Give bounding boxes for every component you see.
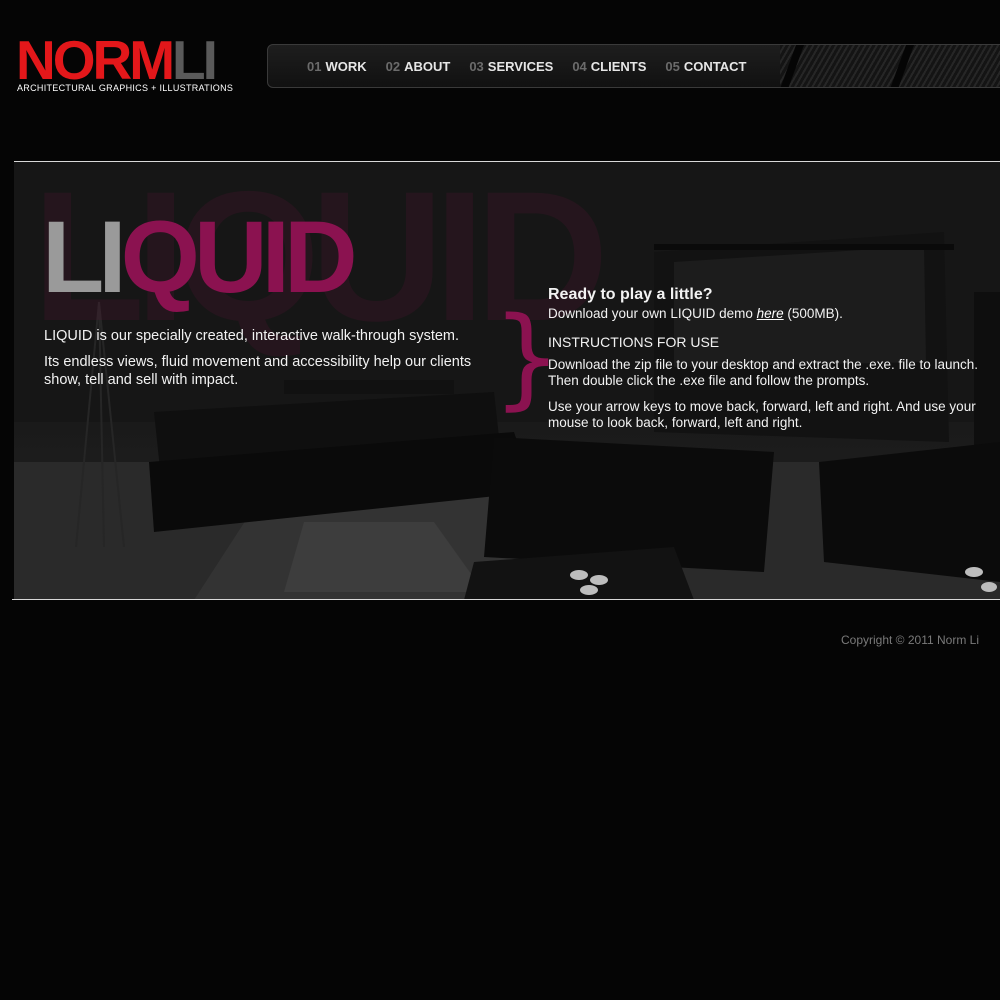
nav-label: CONTACT	[683, 59, 747, 74]
page: NORMLI ARCHITECTURAL GRAPHICS + ILLUSTRA…	[0, 0, 1000, 1000]
logo-norm-text: NORM	[16, 29, 175, 91]
liquid-hero-panel: LIQUID LIQUID LIQUID is our specially cr…	[14, 161, 1000, 599]
nav-number: 04	[572, 59, 587, 74]
nav-number: 05	[665, 59, 680, 74]
nav-label: WORK	[325, 59, 367, 74]
site-logo[interactable]: NORMLI ARCHITECTURAL GRAPHICS + ILLUSTRA…	[16, 33, 246, 98]
intro-paragraph-1: LIQUID is our specially created, interac…	[44, 328, 460, 344]
nav-label: CLIENTS	[590, 59, 647, 74]
download-instructions: Ready to play a little? Download your ow…	[548, 286, 988, 441]
liquid-logo: LIQUID	[42, 206, 358, 308]
nav-item-about[interactable]: 02 ABOUT	[386, 59, 451, 74]
download-line: Download your own LIQUID demo here (500M…	[548, 306, 988, 323]
nav-items: 01 WORK 02 ABOUT 03 SERVICES 04 CLIENTS 05 CO…	[307, 59, 765, 74]
liquid-logo-quid: QUID	[120, 200, 358, 314]
nav-item-clients[interactable]: 04 CLIENTS	[572, 59, 646, 74]
download-here-link[interactable]: here	[757, 306, 784, 321]
nav-label: ABOUT	[404, 59, 451, 74]
nav-item-work[interactable]: 01 WORK	[307, 59, 367, 74]
cta-heading: Ready to play a little?	[548, 286, 713, 303]
nav-number: 01	[307, 59, 322, 74]
main-navigation: 01 WORK 02 ABOUT 03 SERVICES 04 CLIENTS 05 CO…	[267, 44, 1000, 88]
logo-tagline: ARCHITECTURAL GRAPHICS + ILLUSTRATIONS	[17, 83, 234, 93]
instructions-paragraph-2: Use your arrow keys to move back, forwar…	[548, 398, 976, 431]
nav-label: SERVICES	[487, 59, 554, 74]
logo-li-text: LI	[172, 29, 218, 91]
liquid-intro: LIQUID is our specially created, interac…	[44, 327, 494, 397]
nav-slash-divider	[778, 45, 806, 87]
nav-stripe-decoration	[778, 45, 1000, 87]
nav-slash-divider	[888, 45, 916, 87]
instructions-title: INSTRUCTIONS FOR USE	[548, 334, 720, 350]
liquid-logo-li: LI	[42, 200, 127, 314]
nav-number: 02	[385, 59, 401, 74]
nav-item-contact[interactable]: 05 CONTACT	[665, 59, 746, 74]
copyright-text: Copyright © 2011 Norm Li	[840, 633, 979, 647]
hero-bottom-divider	[12, 599, 1000, 600]
intro-paragraph-2: Its endless views, fluid movement and ac…	[44, 354, 472, 388]
download-prefix: Download your own LIQUID demo	[548, 305, 757, 321]
nav-number: 03	[469, 59, 484, 74]
download-suffix: (500MB).	[783, 305, 843, 321]
instructions-paragraph-1: Download the zip file to your desktop an…	[548, 356, 979, 389]
logo-wordmark: NORMLI	[16, 33, 218, 88]
nav-item-services[interactable]: 03 SERVICES	[469, 59, 553, 74]
